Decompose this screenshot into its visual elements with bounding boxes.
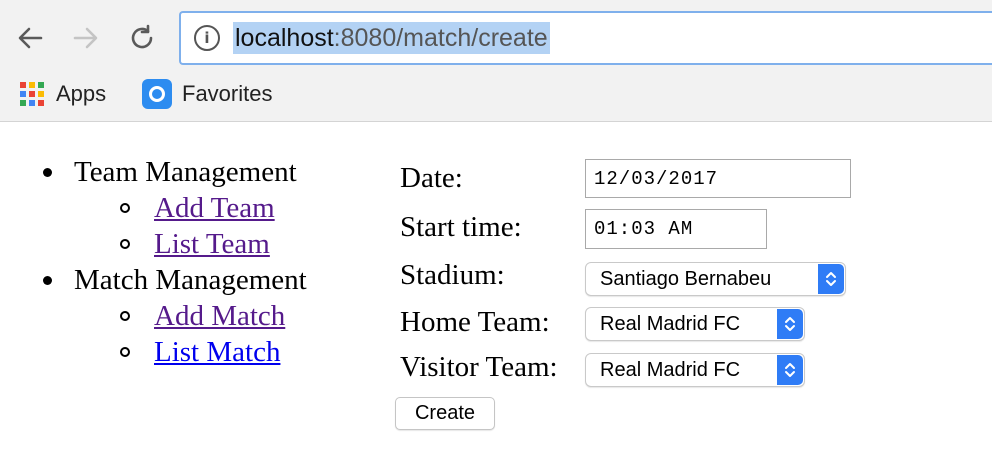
section-title: Match Management	[74, 264, 307, 296]
apps-grid-dot	[20, 91, 26, 97]
list-team-link[interactable]: List Team	[154, 228, 270, 260]
apps-grid-icon	[20, 82, 44, 106]
bookmark-favorites-label: Favorites	[182, 81, 273, 106]
apps-grid-dot	[20, 100, 26, 106]
stadium-value: Santiago Bernabeu	[600, 267, 772, 290]
arrow-left-icon	[18, 27, 43, 49]
bookmark-apps[interactable]: Apps	[20, 76, 106, 112]
bookmarks-bar: Apps Favorites	[0, 76, 992, 112]
list-item: List Match	[120, 334, 307, 370]
home-team-label: Home Team:	[400, 306, 550, 338]
chevron-updown-icon	[777, 309, 803, 339]
create-button[interactable]: Create	[395, 397, 495, 430]
sidebar-section-match: Match Management Add Match List Match	[40, 262, 307, 370]
list-match-link[interactable]: List Match	[154, 336, 280, 368]
apps-grid-dot	[29, 91, 35, 97]
visitor-team-label: Visitor Team:	[400, 351, 558, 383]
browser-chrome: i localhost:8080/match/create Apps Favor…	[0, 0, 992, 122]
start-time-value: 01:03 AM	[594, 218, 694, 240]
reload-icon	[131, 24, 153, 49]
url-host: localhost	[235, 24, 334, 52]
info-icon[interactable]: i	[194, 25, 220, 51]
apps-grid-dot	[38, 82, 44, 88]
url-path: :8080/match/create	[333, 24, 548, 52]
stadium-select[interactable]: Santiago Bernabeu	[585, 262, 846, 296]
home-team-select[interactable]: Real Madrid FC	[585, 307, 805, 341]
add-team-link[interactable]: Add Team	[154, 192, 275, 224]
reload-button[interactable]	[122, 18, 162, 58]
section-title: Team Management	[74, 156, 297, 188]
start-time-input[interactable]: 01:03 AM	[585, 209, 767, 249]
apps-grid-dot	[20, 82, 26, 88]
home-team-value: Real Madrid FC	[600, 312, 741, 335]
sidebar-nav: Team Management Add Team List Team Match…	[40, 154, 307, 370]
back-button[interactable]	[10, 18, 50, 58]
visitor-team-value: Real Madrid FC	[600, 358, 741, 381]
apps-grid-dot	[38, 100, 44, 106]
stadium-label: Stadium:	[400, 259, 505, 291]
list-item: List Team	[120, 226, 307, 262]
url-text[interactable]: localhost:8080/match/create	[233, 22, 550, 54]
date-label: Date:	[400, 162, 463, 194]
start-time-label: Start time:	[400, 211, 522, 243]
list-item: Add Team	[120, 190, 307, 226]
chevron-updown-icon	[818, 264, 844, 294]
date-input[interactable]: 12/03/2017	[585, 159, 851, 198]
visitor-team-select[interactable]: Real Madrid FC	[585, 353, 805, 387]
apps-grid-dot	[29, 100, 35, 106]
address-bar[interactable]: i localhost:8080/match/create	[179, 11, 992, 65]
chevron-updown-icon	[777, 355, 803, 385]
apps-grid-dot	[29, 82, 35, 88]
forward-button[interactable]	[66, 18, 106, 58]
add-match-link[interactable]: Add Match	[154, 300, 285, 332]
date-value: 12/03/2017	[594, 167, 719, 190]
apps-grid-dot	[38, 91, 44, 97]
bookmark-favorites[interactable]: Favorites	[142, 76, 272, 112]
arrow-right-icon	[73, 27, 98, 49]
list-item: Add Match	[120, 298, 307, 334]
favorites-icon	[142, 79, 172, 109]
sidebar-section-team: Team Management Add Team List Team	[40, 154, 307, 262]
bookmark-apps-label: Apps	[56, 81, 107, 106]
